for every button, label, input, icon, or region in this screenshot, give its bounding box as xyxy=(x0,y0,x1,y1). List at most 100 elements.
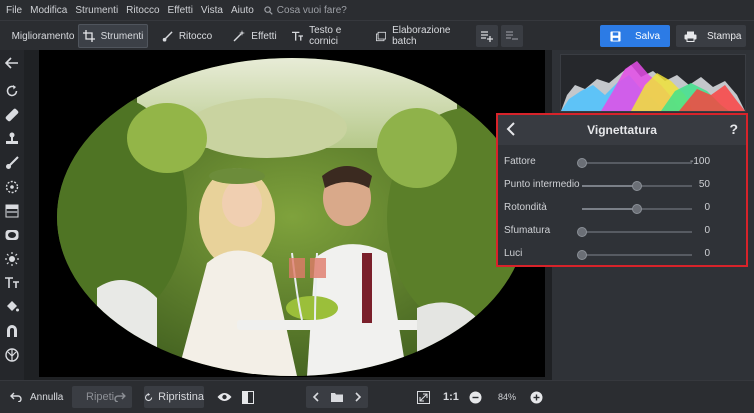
tab-label: Ritocco xyxy=(178,30,213,42)
printer-icon xyxy=(684,31,697,42)
tab-testo-e-cornici[interactable]: Testo e cornici xyxy=(292,24,368,48)
crop-icon xyxy=(82,30,95,42)
vignette-panel: Vignettatura ? Fattore -100 Punto interm… xyxy=(496,113,748,267)
floppy-icon xyxy=(610,30,621,42)
slider-row-fattore: Fattore -100 xyxy=(504,153,744,173)
rotate-icon[interactable] xyxy=(4,83,20,99)
slider-value: -100 xyxy=(689,156,710,167)
slider-value: 0 xyxy=(704,225,710,236)
vignette-header: Vignettatura ? xyxy=(498,115,746,145)
magnet-icon[interactable] xyxy=(4,323,20,339)
slider-row-sfumatura: Sfumatura 0 xyxy=(504,222,744,242)
slider-value: 0 xyxy=(704,202,710,213)
brush-icon xyxy=(162,30,173,42)
fit-screen-icon[interactable] xyxy=(417,386,430,408)
zoom-value[interactable]: 84% xyxy=(490,386,524,408)
light-icon[interactable] xyxy=(4,251,20,267)
shield-icon[interactable] xyxy=(4,347,20,363)
add-list-button[interactable] xyxy=(476,25,498,47)
paintbrush-icon[interactable] xyxy=(4,155,20,171)
batch-icon xyxy=(376,31,387,41)
help-icon[interactable]: ? xyxy=(729,121,738,137)
magic-wand-icon xyxy=(233,30,246,42)
save-label: Salva xyxy=(635,30,661,42)
undo-icon xyxy=(10,392,22,402)
radial-filter-icon[interactable] xyxy=(4,179,20,195)
menu-ritocco[interactable]: Ritocco xyxy=(126,5,159,16)
search-field[interactable]: Cosa vuoi fare? xyxy=(264,5,347,16)
slider-label: Rotondità xyxy=(504,202,547,213)
slider-row-rotondita: Rotondità 0 xyxy=(504,199,744,219)
tab-label: Testo e cornici xyxy=(309,25,342,47)
menu-strumenti[interactable]: Strumenti xyxy=(75,5,118,16)
menu-vista[interactable]: Vista xyxy=(201,5,223,16)
menu-file[interactable]: File xyxy=(6,5,22,16)
save-button[interactable]: Salva xyxy=(600,25,670,47)
slider-label: Punto intermedio xyxy=(504,179,580,190)
clone-stamp-icon[interactable] xyxy=(4,131,20,147)
image-navigator xyxy=(306,386,368,408)
menu-effetti[interactable]: Effetti xyxy=(168,5,193,16)
redo-icon xyxy=(114,392,126,402)
slider-handle[interactable] xyxy=(632,181,642,191)
chevron-left-icon[interactable] xyxy=(312,392,320,402)
slider-row-luci: Luci 0 xyxy=(504,245,744,265)
slider-label: Fattore xyxy=(504,156,536,167)
slider-handle[interactable] xyxy=(577,250,587,260)
tab-ritocco[interactable]: Ritocco xyxy=(158,24,216,48)
zoom-out-icon[interactable] xyxy=(469,386,482,408)
list-add-icon xyxy=(481,31,493,42)
reset-icon xyxy=(145,392,153,401)
search-icon xyxy=(264,5,273,15)
photo-canvas[interactable] xyxy=(39,50,545,377)
menu-aiuto[interactable]: Aiuto xyxy=(231,5,254,16)
vignetted-photo xyxy=(57,58,527,376)
slider-label: Luci xyxy=(504,248,523,259)
vignette-icon[interactable] xyxy=(4,227,20,243)
slider-handle[interactable] xyxy=(632,204,642,214)
text-tool-icon[interactable] xyxy=(4,275,20,291)
tab-label: Effetti xyxy=(251,30,277,42)
tab-effetti[interactable]: Effetti xyxy=(228,24,282,48)
slider-value: 50 xyxy=(698,179,710,190)
tab-elaborazione-batch[interactable]: Elaborazione batch xyxy=(376,24,464,48)
back-arrow-icon[interactable] xyxy=(4,55,20,71)
tab-label: Miglioramento xyxy=(11,30,75,42)
chevron-right-icon[interactable] xyxy=(354,392,362,402)
gradient-filter-icon[interactable] xyxy=(4,203,20,219)
list-remove-button[interactable] xyxy=(501,25,523,47)
tab-strumenti[interactable]: Strumenti xyxy=(78,24,148,48)
slider-handle[interactable] xyxy=(577,158,587,168)
tab-label: Elaborazione batch xyxy=(392,25,451,47)
print-label: Stampa xyxy=(707,30,742,42)
main-toolbar: Miglioramento Strumenti Ritocco Effetti … xyxy=(0,20,754,50)
fill-bucket-icon[interactable] xyxy=(4,299,20,315)
menu-modifica[interactable]: Modifica xyxy=(30,5,67,16)
zoom-in-icon[interactable] xyxy=(530,386,543,408)
slider-value: 0 xyxy=(704,248,710,259)
slider-row-punto-intermedio: Punto intermedio 50 xyxy=(504,176,744,196)
folder-icon[interactable] xyxy=(330,392,343,402)
slider-label: Sfumatura xyxy=(504,225,551,236)
tab-miglioramento[interactable]: Miglioramento xyxy=(6,24,75,48)
redo-label: Ripeti xyxy=(86,391,115,403)
vignette-title: Vignettatura xyxy=(587,123,657,137)
redo-button[interactable]: Ripeti xyxy=(72,386,132,408)
print-button[interactable]: Stampa xyxy=(676,25,746,47)
undo-label: Annulla xyxy=(30,391,64,403)
healing-icon[interactable] xyxy=(4,107,20,123)
bottom-bar: Annulla Ripeti Ripristina 1:1 84% xyxy=(0,380,754,413)
compare-icon[interactable] xyxy=(242,386,254,408)
slider-handle[interactable] xyxy=(577,227,587,237)
reset-label: Ripristina xyxy=(158,391,204,403)
list-remove-icon xyxy=(506,31,518,40)
eye-icon[interactable] xyxy=(217,386,232,408)
actual-size-button[interactable]: 1:1 xyxy=(443,386,459,408)
histogram xyxy=(560,54,746,112)
undo-button[interactable]: Annulla xyxy=(10,386,63,408)
left-toolbar xyxy=(0,50,24,380)
tab-label: Strumenti xyxy=(100,30,144,42)
reset-button[interactable]: Ripristina xyxy=(144,386,204,408)
menu-bar: File Modifica Strumenti Ritocco Effetti … xyxy=(0,0,754,20)
search-placeholder: Cosa vuoi fare? xyxy=(276,4,347,16)
